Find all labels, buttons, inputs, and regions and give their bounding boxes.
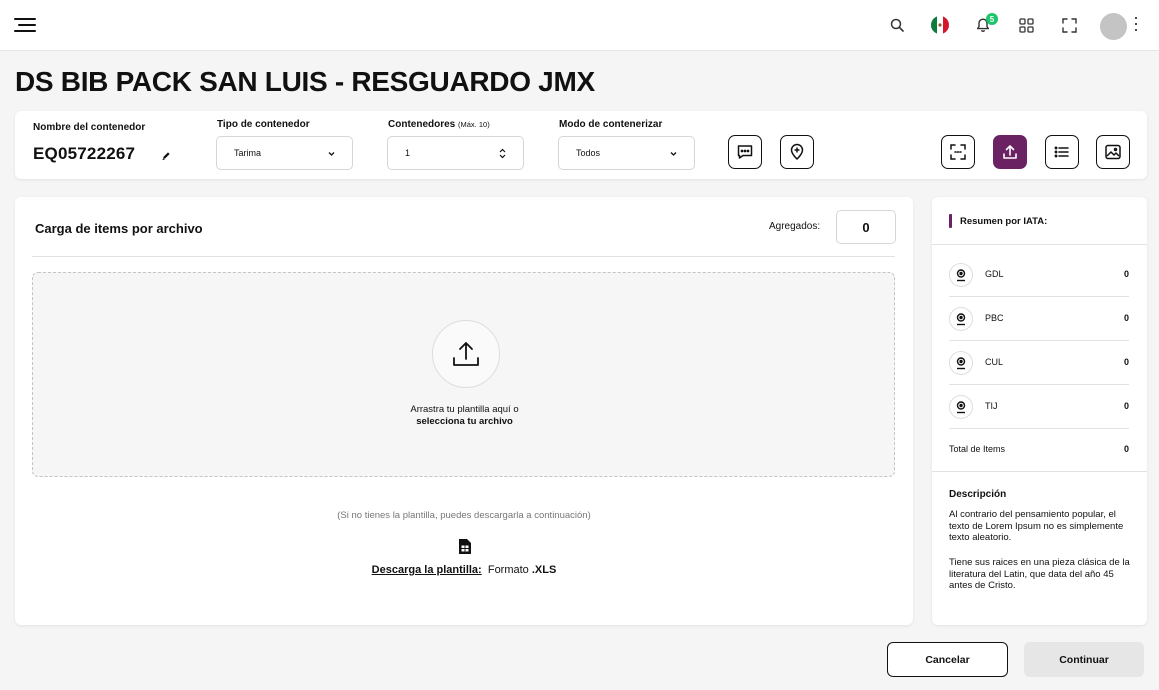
drop-text: Arrastra tu plantilla aquí o selecciona … [33,404,896,428]
container-type-value: Tarima [234,148,262,158]
summary-title: Resumen por IATA: [960,216,1048,227]
mexico-flag-icon[interactable] [929,14,951,36]
upload-icon [453,342,479,366]
upload-card: Carga de items por archivo Agregados: 0 … [15,197,913,625]
download-template-link[interactable]: Descarga la plantilla: [372,564,482,576]
iata-value: 0 [1123,269,1129,279]
divider [32,256,895,257]
container-name-label: Nombre del contenedor [33,122,146,133]
image-icon [1105,144,1121,160]
grid-icon[interactable] [1015,14,1037,36]
download-line: Descarga la plantilla: Formato .XLS [15,564,913,576]
container-type-label: Tipo de contenedor [217,119,310,130]
stepper-arrows-icon[interactable] [498,148,507,159]
top-bar: 5 [0,0,1159,51]
cancel-button[interactable]: Cancelar [887,642,1008,677]
continue-button[interactable]: Continuar [1024,642,1144,677]
total-items-label: Total de Items [949,444,1006,454]
description-title: Descripción [949,489,1007,500]
upload-card-title: Carga de items por archivo [35,221,203,236]
kebab-icon[interactable] [1135,17,1139,33]
scan-button[interactable] [941,135,975,169]
divider [932,471,1147,472]
iata-row: CUL 0 [949,341,1129,385]
upload-circle[interactable] [432,320,500,388]
notification-badge: 5 [986,13,998,25]
chevron-down-icon [328,152,335,156]
scan-icon [950,144,966,160]
fullscreen-icon[interactable] [1058,14,1080,36]
summary-header: Resumen por IATA: [932,197,1147,245]
mode-label: Modo de contenerizar [559,119,663,130]
format-label: Formato [487,564,529,576]
iata-code: CUL [985,357,1004,367]
location-pin-icon [949,395,973,419]
iata-summary-card: Resumen por IATA: GDL 0 PBC 0 CUL 0 TIJ … [932,197,1147,625]
containers-max: (Máx. 10) [458,120,490,129]
iata-value: 0 [1123,313,1129,323]
container-config-card: Nombre del contenedor EQ05722267 Tipo de… [15,111,1147,179]
total-items-row: Total de Items 0 [949,444,1129,454]
menu-icon[interactable] [14,16,36,34]
spreadsheet-file-icon [458,538,472,555]
template-hint: (Si no tienes la plantilla, puedes desca… [337,510,591,521]
comment-icon [737,145,753,159]
description-paragraph: Al contrario del pensamiento popular, el… [949,509,1124,543]
iata-value: 0 [1123,401,1129,411]
list-icon [1054,146,1069,158]
iata-value: 0 [1123,357,1129,367]
container-type-select[interactable]: Tarima [216,136,353,170]
format-ext: .XLS [531,564,557,576]
containers-label: Contenedores (Máx. 10) [388,119,490,130]
file-dropzone[interactable]: Arrastra tu plantilla aquí o selecciona … [32,272,895,477]
iata-code: GDL [985,269,1004,279]
chevron-down-icon [670,152,677,156]
containers-label-text: Contenedores [388,119,456,130]
search-icon[interactable] [886,14,908,36]
mode-value: Todos [576,148,601,158]
description-paragraph: Tiene sus raices en una pieza clásica de… [949,557,1130,591]
containers-value: 1 [405,148,411,158]
added-label: Agregados: [769,221,821,232]
iata-row: GDL 0 [949,253,1129,297]
accent-bar [949,214,952,228]
list-button[interactable] [1045,135,1079,169]
location-pin-icon [949,307,973,331]
add-location-icon [790,143,804,161]
comment-button[interactable] [728,135,762,169]
avatar[interactable] [1100,13,1127,40]
added-count: 0 [836,210,896,244]
iata-code: PBC [985,313,1004,323]
upload-icon [1003,145,1017,159]
page-title: DS BIB PACK SAN LUIS - RESGUARDO JMX [15,66,595,97]
total-items-value: 0 [1123,444,1129,454]
drop-instructions: Arrastra tu plantilla aquí o [410,404,519,415]
add-location-button[interactable] [780,135,814,169]
upload-mode-button[interactable] [993,135,1027,169]
iata-row: PBC 0 [949,297,1129,341]
select-file-link[interactable]: selecciona tu archivo [33,416,896,428]
image-button[interactable] [1096,135,1130,169]
location-pin-icon [949,351,973,375]
container-code: EQ05722267 [33,144,136,163]
mode-select[interactable]: Todos [558,136,695,170]
location-pin-icon [949,263,973,287]
iata-row: TIJ 0 [949,385,1129,429]
containers-stepper[interactable]: 1 [387,136,524,170]
edit-icon[interactable] [161,148,171,160]
iata-code: TIJ [985,401,998,411]
